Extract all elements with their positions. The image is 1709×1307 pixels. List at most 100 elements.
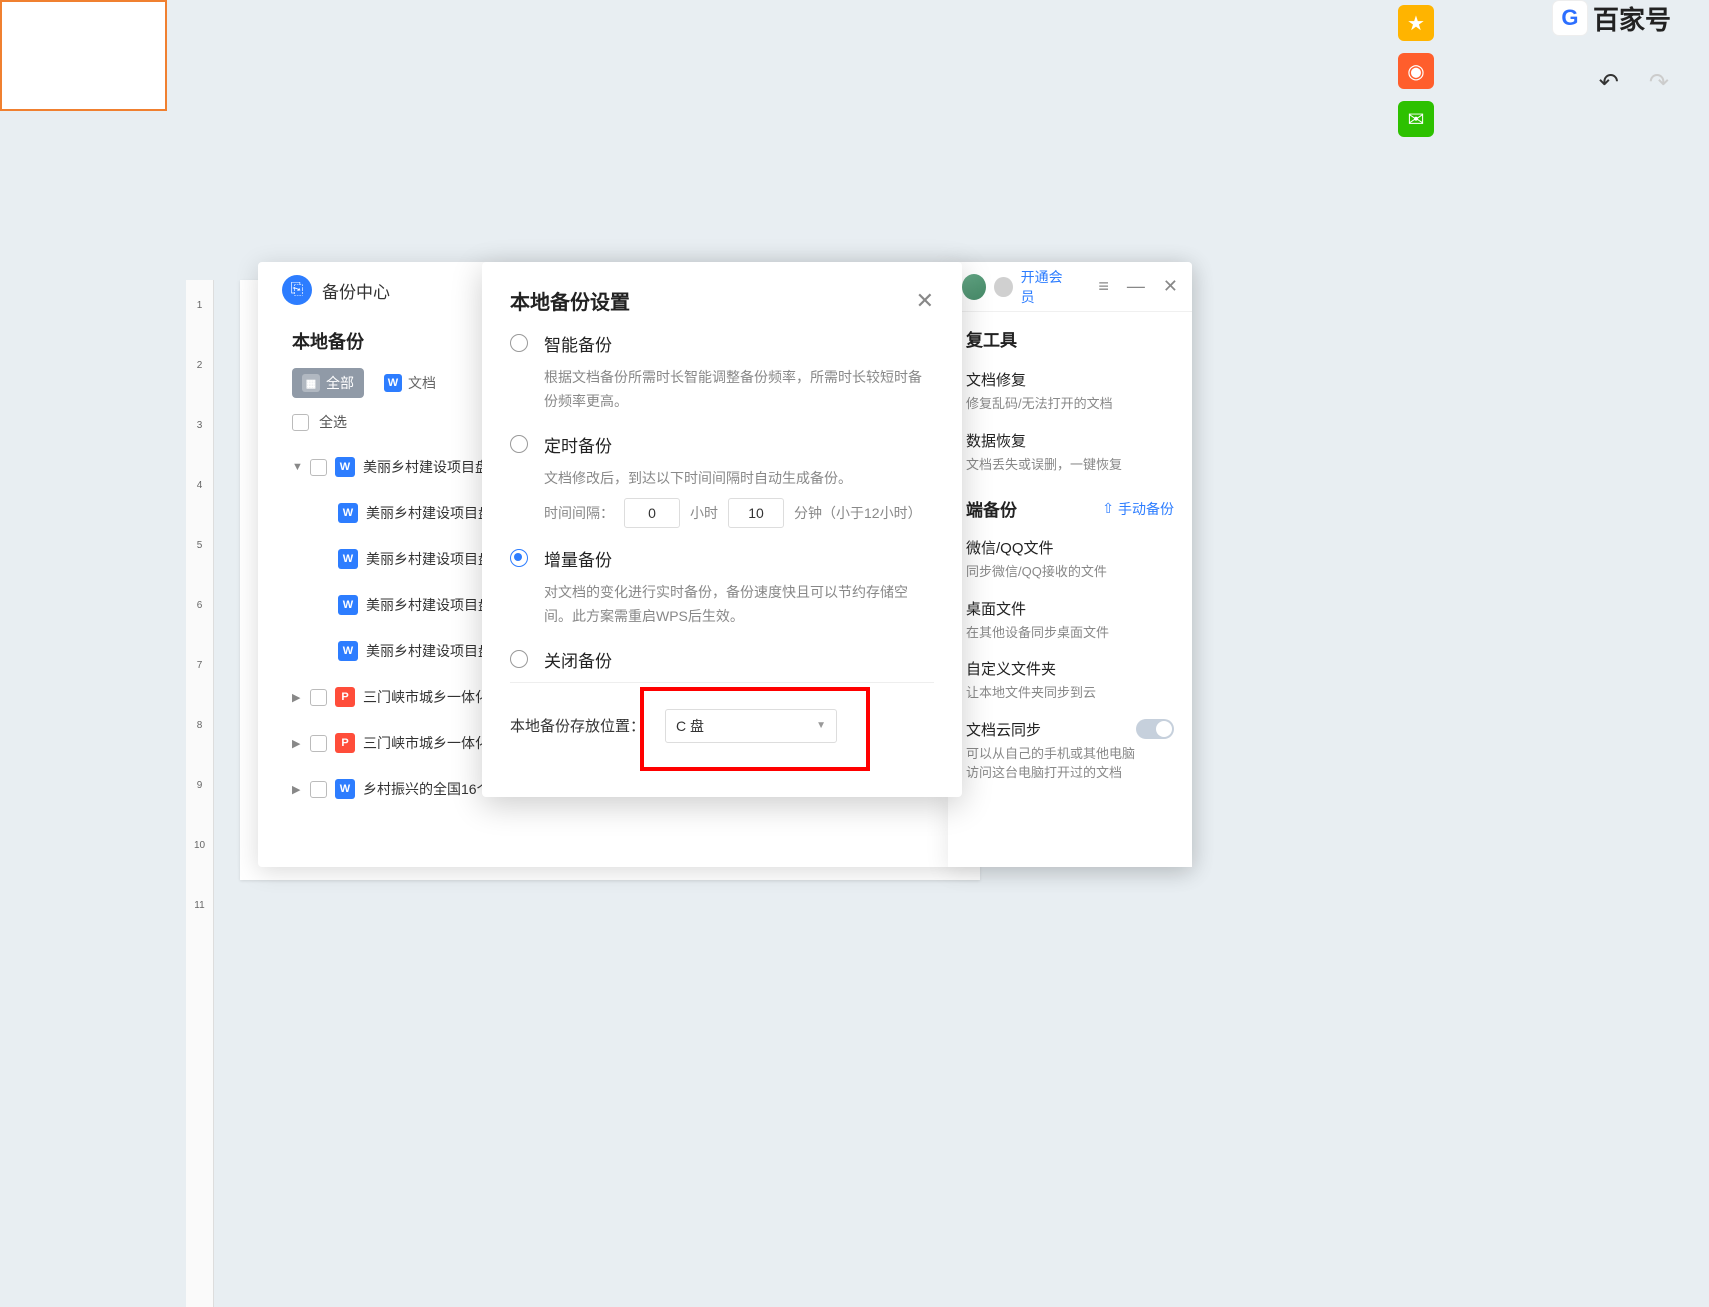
file-name: 三门峡市城乡一体化 (363, 687, 489, 707)
manual-backup-label: 手动备份 (1118, 499, 1174, 519)
caret-right-icon[interactable]: ▶ (292, 737, 306, 750)
tool-title: 文档修复 (966, 369, 1174, 390)
backup-location-section: 本地备份存放位置： C 盘 ▼ (510, 682, 934, 743)
backup-title: 备份中心 (322, 278, 390, 303)
cloud-desc: 可以从自己的手机或其他电脑访问这台电脑打开过的文档 (966, 744, 1136, 783)
option-desc: 文档修改后，到达以下时间间隔时自动生成备份。 (544, 467, 934, 491)
filter-tab-label: 文档 (408, 373, 436, 393)
word-file-icon: W (338, 549, 358, 569)
file-name: 美丽乡村建设项目盘 (366, 641, 492, 661)
file-checkbox[interactable] (310, 781, 327, 798)
backup-logo-icon: ⎘ (282, 275, 312, 305)
option-label: 智能备份 (544, 331, 612, 356)
cloud-desc: 让本地文件夹同步到云 (966, 683, 1174, 703)
option-incremental-backup[interactable]: 增量备份 (510, 546, 934, 571)
redo-icon: ↷ (1649, 68, 1669, 97)
radio-off[interactable] (510, 650, 528, 668)
cloud-title: 文档云同步 (966, 719, 1136, 740)
option-desc: 根据文档备份所需时长智能调整备份频率，所需时长较短时备份频率更高。 (544, 366, 934, 414)
cloud-desc: 同步微信/QQ接收的文件 (966, 562, 1174, 582)
tool-desc: 修复乱码/无法打开的文档 (966, 394, 1174, 414)
manual-backup-link[interactable]: ⇧ 手动备份 (1102, 499, 1174, 519)
settings-header: 本地备份设置 ✕ (482, 262, 962, 331)
cloud-item-wechat[interactable]: 微信/QQ文件 同步微信/QQ接收的文件 (948, 529, 1192, 590)
filter-tab-all[interactable]: ▦ 全部 (292, 368, 364, 398)
location-select[interactable]: C 盘 ▼ (665, 709, 837, 743)
cloud-section-header: 端备份 ⇧ 手动备份 (948, 482, 1192, 529)
cloud-desc: 在其他设备同步桌面文件 (966, 623, 1174, 643)
cloud-item-custom[interactable]: 自定义文件夹 让本地文件夹同步到云 (948, 650, 1192, 711)
caret-right-icon[interactable]: ▶ (292, 783, 306, 796)
tool-title: 数据恢复 (966, 430, 1174, 451)
file-name: 三门峡市城乡一体化 (363, 733, 489, 753)
location-label: 本地备份存放位置： (510, 715, 645, 736)
cloud-section-title: 端备份 (966, 496, 1017, 521)
option-smart-backup[interactable]: 智能备份 (510, 331, 934, 356)
tool-item-recover[interactable]: 数据恢复 文档丢失或误删，一键恢复 (948, 422, 1192, 483)
baijiahao-logo: G 百家号 (1553, 0, 1671, 36)
select-all-label: 全选 (319, 412, 347, 432)
wechat-icon[interactable]: ✉ (1398, 101, 1434, 137)
option-disable-backup[interactable]: 关闭备份 (510, 647, 934, 672)
caret-right-icon[interactable]: ▶ (292, 691, 306, 704)
minutes-input[interactable] (728, 498, 784, 528)
radio-smart[interactable] (510, 334, 528, 352)
file-checkbox[interactable] (310, 689, 327, 706)
right-panel-header: 开通会员 ≡ — ✕ (948, 262, 1192, 312)
option-label: 定时备份 (544, 432, 612, 457)
cloud-item-sync: 文档云同步 可以从自己的手机或其他电脑访问这台电脑打开过的文档 (966, 719, 1136, 783)
radio-incremental[interactable] (510, 549, 528, 567)
chevron-down-icon: ▼ (816, 720, 826, 731)
caret-down-icon[interactable]: ▼ (292, 461, 306, 473)
cloud-sync-row: 文档云同步 可以从自己的手机或其他电脑访问这台电脑打开过的文档 (948, 711, 1192, 791)
vip-link[interactable]: 开通会员 (1021, 267, 1073, 307)
baijiahao-icon: G (1553, 1, 1587, 35)
word-file-icon: W (335, 779, 355, 799)
tool-item-repair[interactable]: 文档修复 修复乱码/无法打开的文档 (948, 361, 1192, 422)
slide-thumbnail[interactable] (0, 0, 167, 111)
tool-desc: 文档丢失或误删，一键恢复 (966, 455, 1174, 475)
file-name: 美丽乡村建设项目盘 (366, 549, 492, 569)
vip-icon (994, 277, 1013, 297)
cloud-title: 桌面文件 (966, 598, 1174, 619)
filter-tab-doc[interactable]: W 文档 (374, 368, 446, 398)
cloud-title: 自定义文件夹 (966, 658, 1174, 679)
close-icon[interactable]: ✕ (916, 288, 934, 314)
file-checkbox[interactable] (310, 459, 327, 476)
vertical-ruler: 1 2 3 4 5 6 7 8 9 10 11 (186, 280, 214, 1307)
option-label: 增量备份 (544, 546, 612, 571)
ppt-file-icon: P (335, 733, 355, 753)
menu-icon[interactable]: ≡ (1098, 276, 1109, 297)
share-sidebar: ★ ◉ ✉ (1398, 0, 1441, 137)
word-icon: W (384, 374, 402, 392)
right-panel: 开通会员 ≡ — ✕ 复工具 文档修复 修复乱码/无法打开的文档 数据恢复 文档… (948, 262, 1192, 867)
location-value: C 盘 (676, 716, 704, 736)
weibo-icon[interactable]: ◉ (1398, 53, 1434, 89)
cloud-sync-toggle[interactable] (1136, 719, 1174, 739)
select-all-checkbox[interactable] (292, 414, 309, 431)
upload-icon: ⇧ (1102, 500, 1114, 517)
file-checkbox[interactable] (310, 735, 327, 752)
option-desc: 对文档的变化进行实时备份，备份速度快且可以节约存储空间。此方案需重启WPS后生效… (544, 581, 934, 629)
interval-label: 时间间隔： (544, 503, 614, 523)
tools-section-title: 复工具 (948, 312, 1192, 361)
file-name: 美丽乡村建设项目盘 (366, 503, 492, 523)
settings-title: 本地备份设置 (510, 286, 630, 315)
grid-icon: ▦ (302, 374, 320, 392)
local-backup-settings-modal: 本地备份设置 ✕ 智能备份 根据文档备份所需时长智能调整备份频率，所需时长较短时… (482, 262, 962, 797)
nav-arrows: ↶ ↷ (1599, 68, 1669, 97)
undo-icon[interactable]: ↶ (1599, 68, 1619, 97)
hours-input[interactable] (624, 498, 680, 528)
file-name: 美丽乡村建设项目盘 (366, 595, 492, 615)
minutes-unit: 分钟（小于12小时） (794, 503, 922, 523)
avatar[interactable] (962, 274, 986, 300)
word-file-icon: W (335, 457, 355, 477)
ppt-file-icon: P (335, 687, 355, 707)
favorite-icon[interactable]: ★ (1398, 5, 1434, 41)
radio-timed[interactable] (510, 435, 528, 453)
close-icon[interactable]: ✕ (1163, 276, 1178, 297)
hours-unit: 小时 (690, 503, 718, 523)
option-timed-backup[interactable]: 定时备份 (510, 432, 934, 457)
minimize-icon[interactable]: — (1127, 276, 1145, 297)
cloud-item-desktop[interactable]: 桌面文件 在其他设备同步桌面文件 (948, 590, 1192, 651)
